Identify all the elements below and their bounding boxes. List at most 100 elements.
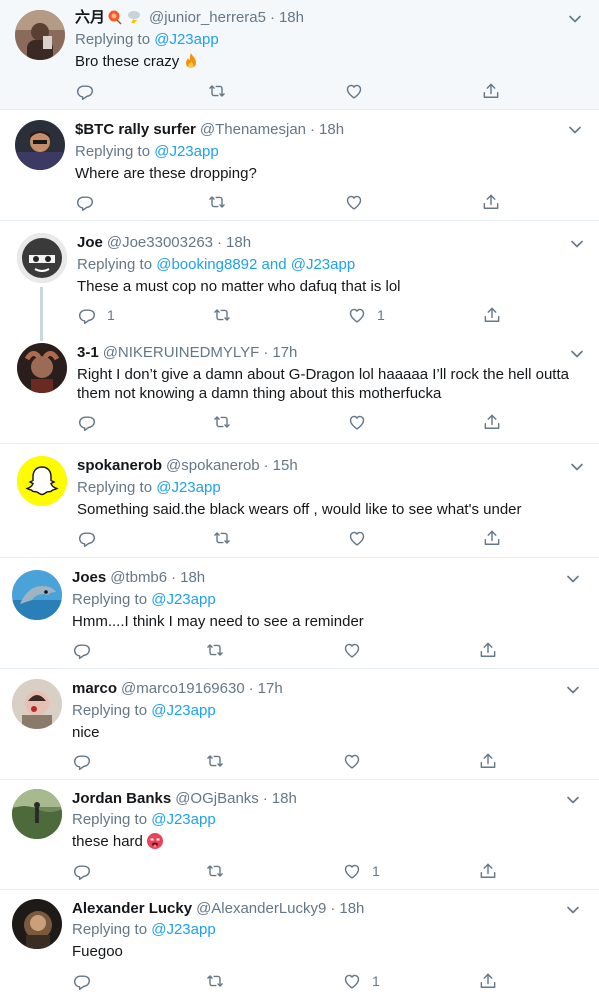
chevron-down-icon[interactable] [565,571,581,587]
tweet[interactable]: Joes @tbmb6 · 18h Replying to @J23app Hmm..… [0,558,599,669]
share-icon [478,640,498,660]
display-name[interactable]: Jordan Banks [72,790,171,807]
timestamp[interactable]: 17h [258,680,283,697]
avatar[interactable] [15,10,65,60]
user-handle[interactable]: @NIKERUINEDMYLYF [103,344,260,361]
mention-link[interactable]: @J23app [154,31,218,48]
user-handle[interactable]: @OGjBanks [175,790,259,807]
reply-button[interactable] [75,80,95,102]
tweet-text: Where are these dropping? [75,165,257,182]
chevron-down-icon[interactable] [569,459,585,475]
retweet-button[interactable] [205,639,225,661]
tweet[interactable]: marco @marco19169630 · 17h Replying to @J23… [0,669,599,780]
mention-link[interactable]: @J23app [156,479,220,496]
tweet[interactable]: spokanerob @spokanerob · 15h Replying to @J… [0,444,599,558]
avatar[interactable] [12,679,62,729]
retweet-button[interactable] [205,860,225,882]
timestamp[interactable]: 18h [339,900,364,917]
chevron-down-icon[interactable] [565,902,581,918]
share-button[interactable] [482,304,502,326]
display-name[interactable]: 3-1 [77,344,99,361]
chevron-down-icon[interactable] [565,792,581,808]
user-handle[interactable]: @junior_herrera5 [149,9,266,26]
retweet-button[interactable] [207,80,227,102]
like-button[interactable] [347,527,367,549]
display-name[interactable]: Joes [72,569,106,586]
display-name[interactable]: marco [72,680,117,697]
share-button[interactable] [482,527,502,549]
tweet[interactable]: Alexander Lucky @AlexanderLucky9 · 18h Repl… [0,890,599,1002]
share-button[interactable] [482,411,502,433]
share-button[interactable] [478,750,498,772]
share-button[interactable] [478,860,498,882]
reply-button[interactable] [72,860,92,882]
mention-link[interactable]: @J23app [151,591,215,608]
timestamp[interactable]: 18h [226,234,251,251]
tweet-text: These a must cop no matter who dafuq tha… [77,278,401,295]
retweet-button[interactable] [207,191,227,213]
share-button[interactable] [481,191,501,213]
chevron-down-icon[interactable] [565,682,581,698]
display-name[interactable]: spokanerob [77,457,162,474]
retweet-button[interactable] [205,970,225,992]
reply-button[interactable] [75,191,95,213]
like-button[interactable] [344,80,364,102]
display-name[interactable]: $BTC rally surfer [75,121,196,138]
share-button[interactable] [478,639,498,661]
reply-button[interactable] [72,970,92,992]
user-handle[interactable]: @AlexanderLucky9 [196,900,326,917]
avatar[interactable] [17,343,67,393]
mention-link[interactable]: @J23app [154,143,218,160]
like-button[interactable] [344,191,364,213]
avatar[interactable] [15,120,65,170]
retweet-button[interactable] [212,304,232,326]
like-button[interactable] [347,411,367,433]
reply-button[interactable]: 1 [77,304,115,326]
share-button[interactable] [478,970,498,992]
timestamp[interactable]: 18h [279,9,304,26]
mention-link[interactable]: @J23app [151,811,215,828]
user-handle[interactable]: @spokanerob [166,457,260,474]
timestamp[interactable]: 18h [180,569,205,586]
user-handle[interactable]: @Thenamesjan [200,121,306,138]
timestamp[interactable]: 15h [273,457,298,474]
chevron-down-icon[interactable] [567,122,583,138]
share-button[interactable] [481,80,501,102]
avatar[interactable] [17,233,67,283]
mention-link[interactable]: @J23app [151,702,215,719]
tweet[interactable]: $BTC rally surfer @Thenamesjan · 18h Replyi… [0,110,599,221]
reply-button[interactable] [77,527,97,549]
timestamp[interactable]: 17h [272,344,297,361]
display-name[interactable]: 六月 [75,9,105,26]
display-name[interactable]: Alexander Lucky [72,900,192,917]
retweet-button[interactable] [212,527,232,549]
avatar[interactable] [12,899,62,949]
display-name[interactable]: Joe [77,234,103,251]
timestamp[interactable]: 18h [272,790,297,807]
tweet[interactable]: 六月 @junior_herrera5 · 18h Replying to @J23… [0,0,599,110]
mention-link[interactable]: @booking8892 and @J23app [156,256,355,273]
chevron-down-icon[interactable] [569,346,585,362]
user-handle[interactable]: @Joe33003263 [107,234,213,251]
tweet[interactable]: Jordan Banks @OGjBanks · 18h Replying to @J… [0,780,599,890]
retweet-button[interactable] [205,750,225,772]
retweet-button[interactable] [212,411,232,433]
chevron-down-icon[interactable] [569,236,585,252]
avatar[interactable] [12,570,62,620]
avatar[interactable] [12,789,62,839]
like-button[interactable]: 1 [347,304,385,326]
reply-button[interactable] [77,411,97,433]
avatar[interactable] [17,456,67,506]
like-button[interactable] [342,639,362,661]
like-button[interactable] [342,750,362,772]
like-button[interactable]: 1 [342,970,380,992]
chevron-down-icon[interactable] [567,11,583,27]
mention-link[interactable]: @J23app [151,921,215,938]
user-handle[interactable]: @tbmb6 [110,569,167,586]
reply-button[interactable] [72,750,92,772]
timestamp[interactable]: 18h [319,121,344,138]
user-handle[interactable]: @marco19169630 [121,680,245,697]
reply-icon [72,640,92,660]
reply-button[interactable] [72,639,92,661]
like-button[interactable]: 1 [342,860,380,882]
